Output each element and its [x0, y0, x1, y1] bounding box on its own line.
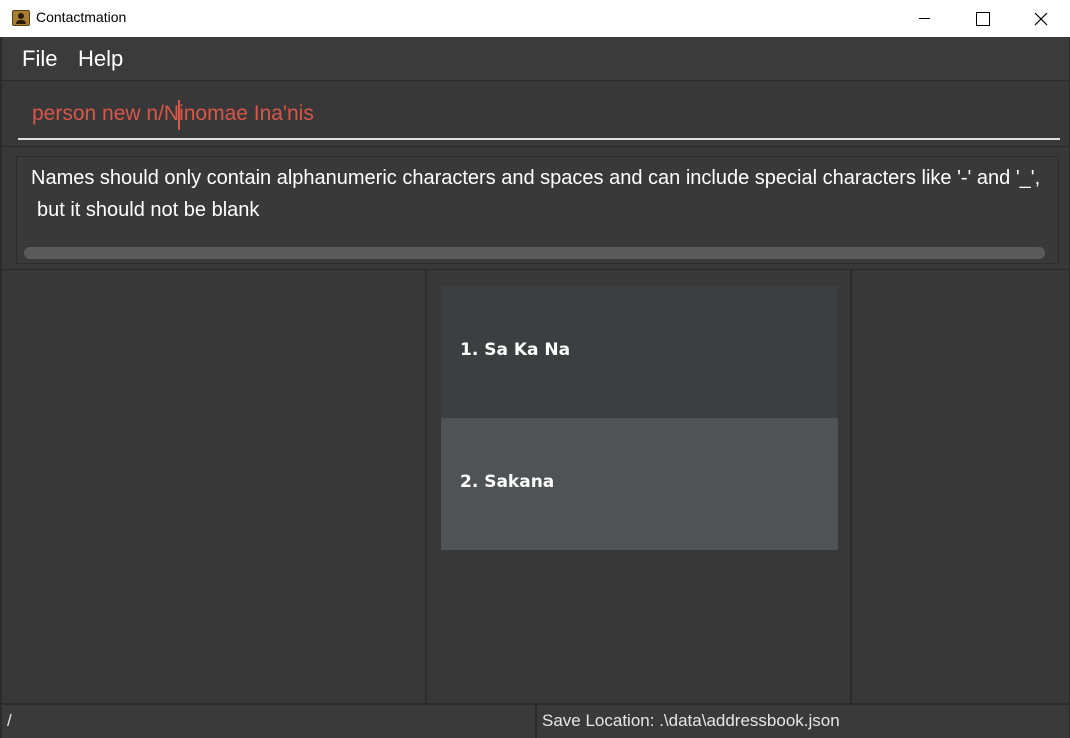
- title-bar: Contactmation: [0, 0, 1070, 37]
- app-icon: [12, 10, 30, 26]
- text-caret: [178, 100, 180, 130]
- menu-help[interactable]: Help: [78, 46, 123, 72]
- status-bar: / Save Location: .\data\addressbook.json: [2, 703, 1069, 738]
- main-window: File Help person new n/Ninomae Ina'nis N…: [0, 37, 1070, 738]
- window-title: Contactmation: [36, 9, 127, 25]
- close-button[interactable]: [1012, 0, 1070, 37]
- menu-bar: File Help: [2, 37, 1069, 81]
- right-pane: [854, 270, 1069, 703]
- command-input-text: person new n/Ninomae Ina'nis: [32, 102, 314, 125]
- contact-list-item-selected[interactable]: 2. Sakana: [441, 418, 838, 550]
- save-location: Save Location: .\data\addressbook.json: [542, 711, 840, 730]
- contact-name: 1. Sa Ka Na: [460, 340, 571, 360]
- menu-file[interactable]: File: [22, 46, 57, 72]
- contact-list-item[interactable]: 1. Sa Ka Na: [441, 286, 838, 418]
- result-display-panel: Names should only contain alphanumeric c…: [2, 146, 1069, 270]
- close-icon: [1034, 12, 1048, 26]
- minimize-button[interactable]: [896, 0, 954, 37]
- horizontal-scrollbar[interactable]: [24, 247, 1045, 259]
- status-path: /: [7, 711, 12, 730]
- status-left-section: /: [2, 705, 537, 738]
- contact-name: 2. Sakana: [460, 472, 555, 492]
- command-input[interactable]: person new n/Ninomae Ina'nis: [18, 96, 1060, 140]
- result-message-line-2: but it should not be blank: [37, 199, 260, 221]
- contact-list-pane: 1. Sa Ka Na 2. Sakana: [429, 270, 852, 703]
- result-display: Names should only contain alphanumeric c…: [16, 156, 1059, 264]
- result-message-line-1: Names should only contain alphanumeric c…: [31, 167, 1041, 189]
- maximize-button[interactable]: [954, 0, 1012, 37]
- left-pane: [2, 270, 427, 703]
